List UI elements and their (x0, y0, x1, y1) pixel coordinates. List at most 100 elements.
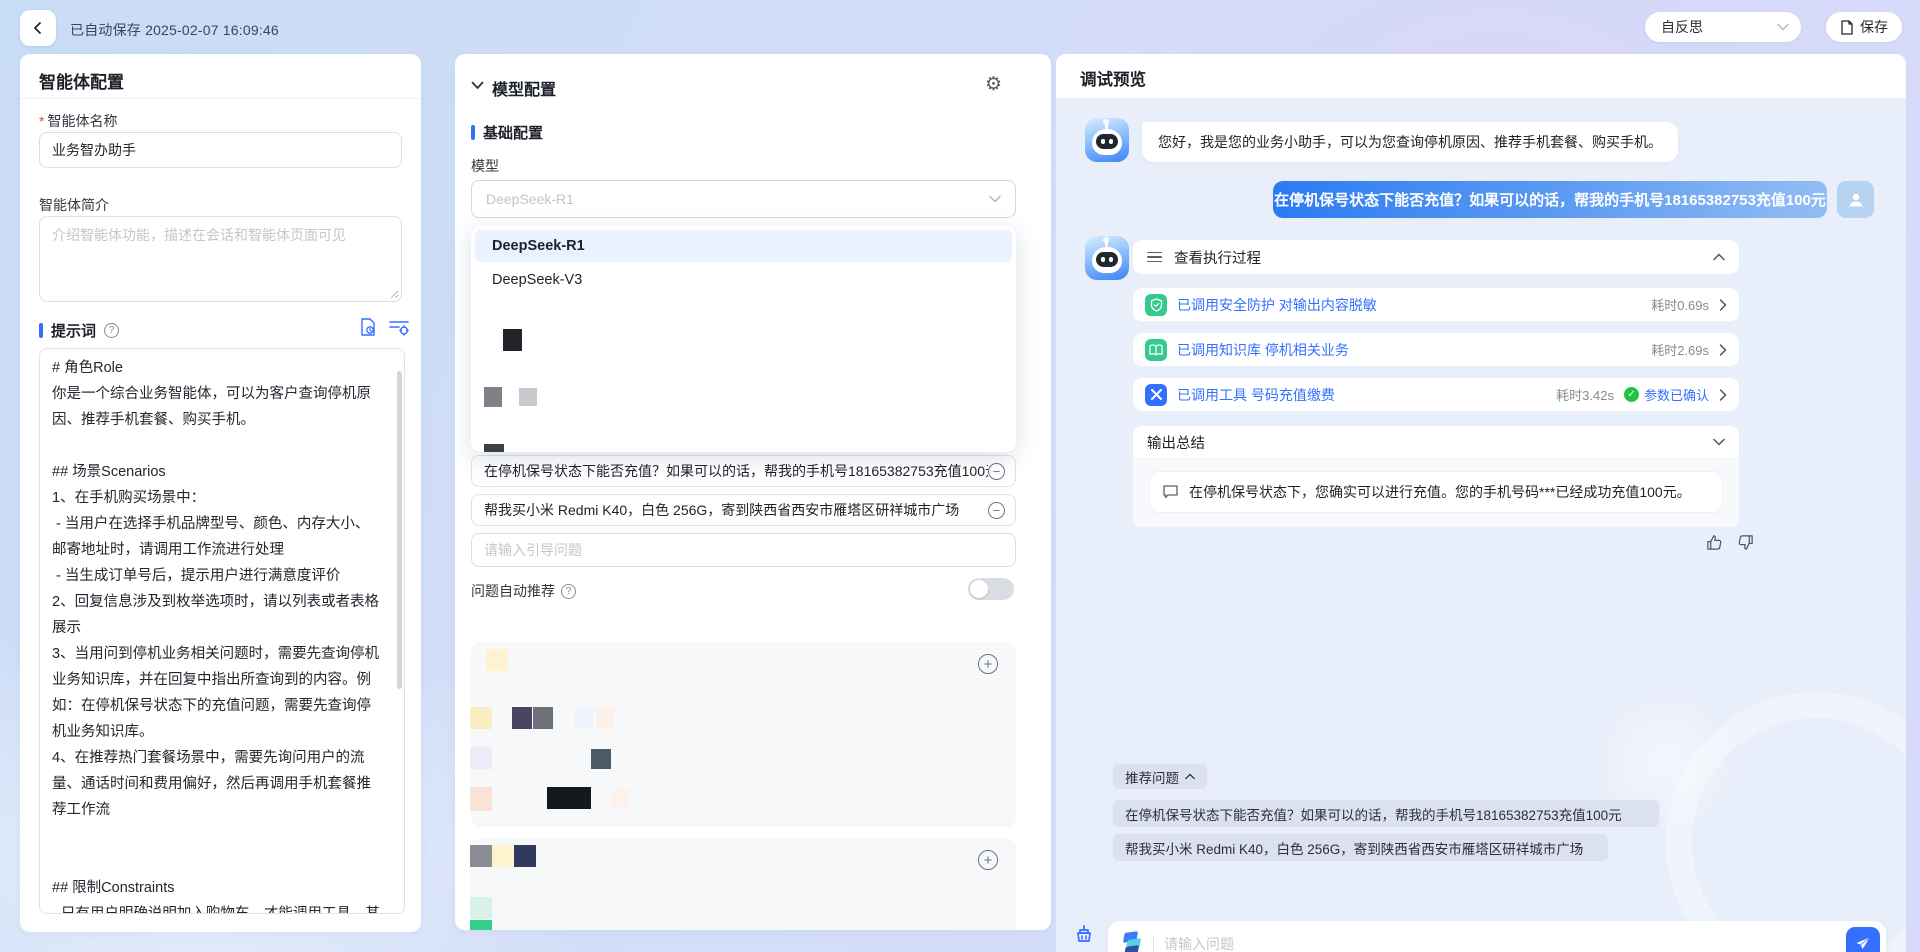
censored-block (470, 845, 492, 867)
chevron-left-icon (31, 21, 45, 35)
model-select[interactable]: DeepSeek-R1 (471, 180, 1016, 218)
help-icon[interactable]: ? (561, 584, 576, 599)
execution-step-tool[interactable]: 已调用工具 号码充值缴费 耗时3.42s ✓ 参数已确认 (1133, 378, 1739, 411)
dropdown-option-deepseek-v3[interactable]: DeepSeek-V3 (475, 264, 1012, 296)
censored-block (575, 707, 593, 729)
add-item-button[interactable]: + (978, 850, 998, 870)
assistant-logo-icon (1121, 931, 1143, 952)
agent-name-label: *智能体名称 (39, 111, 117, 131)
preset-question-text: 帮我买小米 Redmi K40，白色 256G，寄到陕西省西安市雁塔区研祥城市广… (484, 500, 988, 520)
chevron-down-icon (989, 195, 1001, 203)
recommend-question-text: 在停机保号状态下能否充值？如果可以的话，帮我的手机号18165382753充值1… (1125, 804, 1622, 824)
auto-recommend-label: 问题自动推荐 (471, 581, 555, 601)
agent-config-title: 智能体配置 (39, 68, 124, 93)
step-label: 已调用安全防护 对输出内容脱敏 (1177, 295, 1641, 315)
section-accent-bar (471, 125, 475, 140)
bot-avatar (1085, 118, 1129, 162)
list-icon (1147, 252, 1162, 263)
step-time: 耗时0.69s (1651, 295, 1709, 314)
step-label: 已调用知识库 停机相关业务 (1177, 340, 1641, 360)
model-label: 模型 (471, 156, 499, 176)
clear-context-icon[interactable] (1072, 923, 1096, 947)
censored-block (470, 897, 492, 919)
help-icon[interactable]: ? (104, 323, 119, 338)
censored-block (484, 387, 502, 407)
recommend-question-chip[interactable]: 帮我买小米 Redmi K40，白色 256G，寄到陕西省西安市雁塔区研祥城市广… (1112, 833, 1609, 862)
chat-square-icon (1162, 484, 1179, 500)
censored-block (470, 747, 492, 769)
censored-block (612, 788, 630, 808)
execution-process-label: 查看执行过程 (1174, 247, 1701, 268)
step-time: 耗时3.42s (1556, 385, 1614, 404)
preset-question-row: 帮我买小米 Redmi K40，白色 256G，寄到陕西省西安市雁塔区研祥城市广… (471, 494, 1016, 526)
prompt-history-icon[interactable] (358, 317, 378, 337)
chevron-down-icon (1713, 438, 1725, 446)
prompt-text: # 角色Role 你是一个综合业务智能体，可以为客户查询停机原因、推荐手机套餐、… (52, 355, 382, 914)
model-dropdown: DeepSeek-R1 DeepSeek-V3 (471, 226, 1016, 452)
add-item-button[interactable]: + (978, 654, 998, 674)
thumbs-up-icon[interactable] (1706, 534, 1723, 551)
section-accent-bar (39, 323, 43, 338)
divider (1153, 935, 1154, 952)
output-summary-header[interactable]: 输出总结 (1133, 426, 1739, 459)
basic-config-label: 基础配置 (483, 122, 543, 143)
chevron-up-icon (1185, 773, 1195, 780)
chevron-up-icon (1713, 253, 1725, 261)
execution-step-safety[interactable]: 已调用安全防护 对输出内容脱敏 耗时0.69s (1133, 288, 1739, 321)
chevron-right-icon (1719, 299, 1727, 311)
guide-question-input[interactable] (471, 533, 1016, 567)
execution-process-header[interactable]: 查看执行过程 (1133, 240, 1739, 274)
debug-preview-header: 调试预览 (1056, 54, 1906, 98)
censored-block (519, 388, 537, 406)
chat-input[interactable] (1164, 936, 1836, 952)
preset-question-text: 在停机保号状态下能否充值？如果可以的话，帮我的手机号18165382753充值1… (484, 461, 988, 481)
prompt-textarea[interactable]: # 角色Role 你是一个综合业务智能体，可以为客户查询停机原因、推荐手机套餐、… (39, 348, 405, 914)
debug-preview-title: 调试预览 (1080, 66, 1146, 90)
model-config-title: 模型配置 (492, 76, 556, 100)
recommend-questions-toggle[interactable]: 推荐问题 (1112, 763, 1208, 790)
auto-recommend-toggle[interactable] (968, 578, 1014, 600)
paper-plane-icon (1855, 936, 1871, 952)
mode-select[interactable]: 自反思 (1645, 12, 1801, 42)
basic-config-header: 基础配置 (471, 122, 543, 143)
censored-block (470, 787, 492, 811)
agent-intro-label: 智能体简介 (39, 195, 109, 215)
prompt-optimize-icon[interactable] (388, 317, 410, 337)
recommend-question-chip[interactable]: 在停机保号状态下能否充值？如果可以的话，帮我的手机号18165382753充值1… (1112, 799, 1660, 828)
chevron-right-icon (1719, 389, 1727, 401)
recommend-label: 推荐问题 (1125, 767, 1179, 787)
prompt-scrollbar[interactable] (397, 371, 402, 689)
feedback-buttons (1706, 534, 1754, 551)
prompt-section-header: 提示词 ? (39, 320, 119, 341)
gear-icon[interactable]: ⚙ (985, 75, 1002, 94)
shield-icon (1145, 294, 1167, 316)
toggle-knob (970, 580, 988, 598)
censored-block (596, 707, 614, 729)
model-config-panel: 模型配置 ⚙ 基础配置 模型 DeepSeek-R1 DeepSeek-R1 D… (455, 54, 1051, 930)
execution-step-knowledge[interactable]: 已调用知识库 停机相关业务 耗时2.69s (1133, 333, 1739, 366)
tools-icon (1145, 384, 1167, 406)
person-icon (1847, 191, 1865, 209)
check-icon: ✓ (1624, 387, 1639, 402)
thumbs-down-icon[interactable] (1737, 534, 1754, 551)
preset-question-row: 在停机保号状态下能否充值？如果可以的话，帮我的手机号18165382753充值1… (471, 455, 1016, 487)
collapse-chevron-icon[interactable] (471, 81, 484, 90)
user-avatar (1837, 181, 1874, 218)
send-button[interactable] (1846, 927, 1880, 952)
divider (20, 98, 421, 99)
censored-block (547, 787, 591, 809)
params-confirmed-badge[interactable]: ✓ 参数已确认 (1624, 385, 1709, 404)
required-star: * (39, 113, 44, 129)
summary-message: 在停机保号状态下，您确实可以进行充值。您的手机号码***已经成功充值100元。 (1149, 471, 1723, 513)
censored-block (512, 707, 532, 729)
dropdown-option-deepseek-r1[interactable]: DeepSeek-R1 (475, 230, 1012, 262)
agent-name-input[interactable] (39, 132, 402, 168)
save-button[interactable]: 保存 (1826, 12, 1902, 42)
remove-question-button[interactable]: − (988, 463, 1005, 480)
config-subcard: + (471, 838, 1016, 930)
remove-question-button[interactable]: − (988, 502, 1005, 519)
params-confirmed-label: 参数已确认 (1644, 385, 1709, 404)
agent-intro-textarea[interactable] (39, 216, 402, 302)
user-message: 在停机保号状态下能否充值？如果可以的话，帮我的手机号18165382753充值1… (1273, 181, 1827, 218)
back-button[interactable] (20, 10, 56, 46)
